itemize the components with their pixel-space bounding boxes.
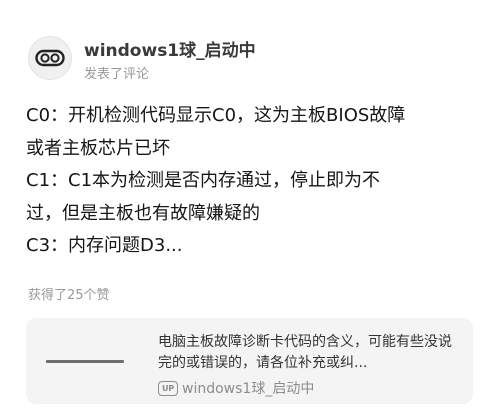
article-thumbnail <box>26 318 144 404</box>
comment-line: C0：开机检测代码显示C0，这为主板BIOS故障 <box>26 105 406 126</box>
up-badge-icon: UP <box>158 380 178 396</box>
linked-article-card[interactable]: 电脑主板故障诊断卡代码的含义，可能有些没说完的或错误的，请各位补充或纠... U… <box>26 318 473 404</box>
post-header: windows1球_启动中 发表了评论 <box>28 30 468 86</box>
user-name[interactable]: windows1球_启动中 <box>84 36 256 61</box>
thumbnail-text-line <box>46 359 124 363</box>
article-title[interactable]: 电脑主板故障诊断卡代码的含义，可能有些没说完的或错误的，请各位补充或纠... <box>158 332 463 374</box>
comment-line: C3：内存问题D3... <box>26 235 183 257</box>
comment-line: 过，但是主板也有故障嫌疑的 <box>26 202 260 224</box>
comment-line: C1：C1本为检测是否内存通过，停止即为不 <box>26 170 381 192</box>
comment-line: 或者主板芯片已坏 <box>26 137 170 159</box>
owl-eyes-icon <box>35 49 65 67</box>
comment-body: C0：开机检测代码显示C0，这为主板BIOS故障 或者主板芯片已坏 C1：C1本… <box>26 100 481 263</box>
post-action-text: 发表了评论 <box>84 67 150 82</box>
article-author[interactable]: UP windows1球_启动中 <box>158 378 314 398</box>
likes-count: 获得了25个赞 <box>28 288 110 303</box>
avatar[interactable] <box>28 36 72 80</box>
article-author-name: windows1球_启动中 <box>182 381 315 397</box>
